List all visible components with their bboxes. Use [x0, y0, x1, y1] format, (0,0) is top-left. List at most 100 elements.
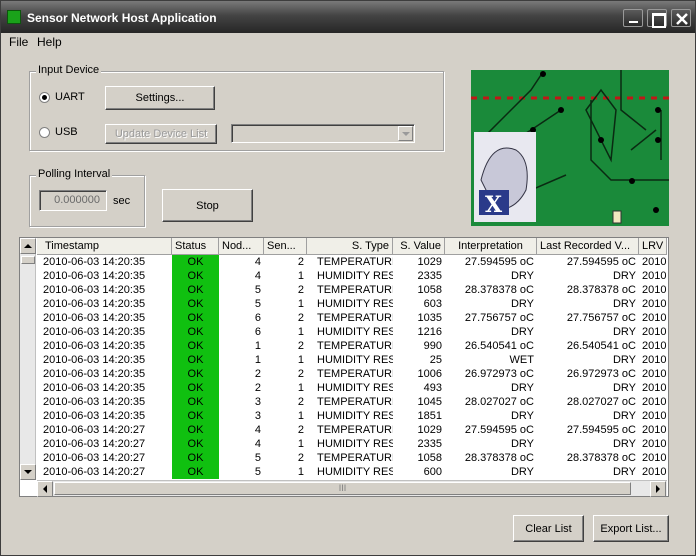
- table-row[interactable]: 2010-06-03 14:20:27 OK 5 2 TEMPERATURE 1058 28…: [37, 451, 667, 465]
- chevron-down-icon[interactable]: [398, 126, 413, 141]
- stop-button[interactable]: Stop: [162, 189, 253, 222]
- vertical-scrollbar[interactable]: [20, 238, 36, 480]
- horizontal-scrollbar[interactable]: III: [37, 480, 667, 497]
- table-row[interactable]: 2010-06-03 14:20:35 OK 4 2 TEMPERATURE 1029 27…: [37, 255, 667, 269]
- table-cell-node: 6: [254, 326, 261, 338]
- table-cell-interpretation: DRY: [510, 466, 534, 478]
- app-icon: [7, 10, 21, 24]
- column-header-status[interactable]: Status: [172, 238, 219, 255]
- table-cell-interpretation: DRY: [510, 298, 534, 310]
- table-row[interactable]: 2010-06-03 14:20:27 OK 4 1 HUMIDITY RES 2335 D…: [37, 437, 667, 451]
- table-cell-sensor: 2: [297, 396, 304, 408]
- table-cell-lrv-time: 2010-06: [642, 298, 667, 310]
- scroll-up-button[interactable]: [20, 238, 36, 254]
- table-cell-last-recorded: DRY: [612, 298, 636, 310]
- table-cell-node: 2: [254, 368, 261, 380]
- table-cell-status: OK: [172, 395, 219, 409]
- uart-radio[interactable]: [39, 92, 50, 103]
- table-cell-last-recorded: DRY: [612, 410, 636, 422]
- polling-interval-input[interactable]: 0.000000: [39, 190, 107, 211]
- menu-file[interactable]: File: [9, 35, 28, 49]
- table-cell-interpretation: 27.594595 oC: [464, 256, 534, 268]
- table-cell-status: OK: [172, 437, 219, 451]
- table-cell-sensor-type: TEMPERATURE: [317, 396, 393, 408]
- table-row[interactable]: 2010-06-03 14:20:35 OK 5 1 HUMIDITY RES 603 DR…: [37, 297, 667, 311]
- table-row[interactable]: 2010-06-03 14:20:35 OK 2 2 TEMPERATURE 1006 26…: [37, 367, 667, 381]
- table-row[interactable]: 2010-06-03 14:20:35 OK 1 2 TEMPERATURE 990 26.…: [37, 339, 667, 353]
- table-cell-lrv-time: 2010-06: [642, 438, 667, 450]
- table-cell-status: OK: [172, 451, 219, 465]
- table-cell-lrv-time: 2010-06: [642, 410, 667, 422]
- sensor-table[interactable]: Timestamp Status Nod... Sen... S. Type S. Val…: [19, 237, 669, 497]
- column-header-sensor-value[interactable]: S. Value: [393, 238, 445, 255]
- table-row[interactable]: 2010-06-03 14:20:35 OK 5 2 TEMPERATURE 1058 28…: [37, 283, 667, 297]
- table-cell-sensor: 2: [297, 256, 304, 268]
- column-header-timestamp[interactable]: Timestamp: [37, 238, 172, 255]
- column-header-sensor-type[interactable]: S. Type: [307, 238, 393, 255]
- table-cell-last-recorded: DRY: [612, 382, 636, 394]
- horizontal-scroll-thumb[interactable]: III: [54, 482, 631, 495]
- table-cell-timestamp: 2010-06-03 14:20:35: [43, 396, 146, 408]
- scroll-down-button[interactable]: [20, 464, 36, 480]
- table-row[interactable]: 2010-06-03 14:20:35 OK 4 1 HUMIDITY RES 2335 D…: [37, 269, 667, 283]
- table-cell-node: 6: [254, 312, 261, 324]
- table-cell-node: 1: [254, 354, 261, 366]
- table-cell-sensor-value: 1035: [417, 312, 442, 324]
- minimize-button[interactable]: [623, 9, 643, 27]
- clear-list-button[interactable]: Clear List: [513, 515, 584, 542]
- table-row[interactable]: 2010-06-03 14:20:35 OK 3 2 TEMPERATURE 1045 28…: [37, 395, 667, 409]
- table-cell-sensor-value: 600: [423, 466, 442, 478]
- table-cell-status: OK: [172, 325, 219, 339]
- table-row[interactable]: 2010-06-03 14:20:35 OK 6 1 HUMIDITY RES 1216 D…: [37, 325, 667, 339]
- device-select[interactable]: [231, 124, 415, 143]
- table-cell-sensor-value: 1058: [417, 452, 442, 464]
- menu-help[interactable]: Help: [37, 35, 62, 49]
- table-cell-interpretation: WET: [509, 354, 534, 366]
- column-header-lrv-time[interactable]: LRV Tim: [639, 238, 667, 255]
- update-device-list-button[interactable]: Update Device List: [105, 124, 217, 144]
- scroll-right-button[interactable]: [650, 481, 666, 497]
- table-row[interactable]: 2010-06-03 14:20:27 OK 4 2 TEMPERATURE 1029 27…: [37, 423, 667, 437]
- table-row[interactable]: 2010-06-03 14:20:35 OK 3 1 HUMIDITY RES 1851 D…: [37, 409, 667, 423]
- polling-interval-group: Polling Interval 0.000000 sec: [29, 168, 145, 227]
- table-row[interactable]: 2010-06-03 14:20:35 OK 2 1 HUMIDITY RES 493 DR…: [37, 381, 667, 395]
- column-header-interpretation[interactable]: Interpretation: [445, 238, 537, 255]
- table-cell-node: 2: [254, 382, 261, 394]
- table-cell-last-recorded: 28.378378 oC: [566, 284, 636, 296]
- table-cell-interpretation: 28.378378 oC: [464, 452, 534, 464]
- table-row[interactable]: 2010-06-03 14:20:35 OK 6 2 TEMPERATURE 1035 27…: [37, 311, 667, 325]
- close-icon: [676, 13, 688, 25]
- settings-button[interactable]: Settings...: [105, 86, 215, 110]
- close-button[interactable]: [671, 9, 691, 27]
- table-cell-sensor-type: HUMIDITY RES: [317, 466, 393, 478]
- table-cell-lrv-time: 2010-06: [642, 340, 667, 352]
- table-cell-timestamp: 2010-06-03 14:20:27: [43, 452, 146, 464]
- table-cell-lrv-time: 2010-06: [642, 382, 667, 394]
- table-cell-interpretation: DRY: [510, 382, 534, 394]
- table-cell-last-recorded: 27.594595 oC: [566, 424, 636, 436]
- table-row[interactable]: 2010-06-03 14:20:35 OK 1 1 HUMIDITY RES 25 WET…: [37, 353, 667, 367]
- title-bar[interactable]: Sensor Network Host Application: [1, 1, 695, 33]
- export-list-button[interactable]: Export List...: [593, 515, 669, 542]
- maximize-button[interactable]: [647, 9, 667, 28]
- column-header-last-recorded[interactable]: Last Recorded V...: [537, 238, 639, 255]
- table-cell-timestamp: 2010-06-03 14:20:27: [43, 438, 146, 450]
- menu-bar: File Help: [1, 33, 695, 51]
- table-cell-interpretation: DRY: [510, 270, 534, 282]
- usb-radio[interactable]: [39, 127, 50, 138]
- table-cell-status: OK: [172, 297, 219, 311]
- column-header-node[interactable]: Nod...: [219, 238, 264, 255]
- table-cell-status: OK: [172, 269, 219, 283]
- vertical-scroll-thumb[interactable]: [21, 256, 35, 264]
- table-cell-sensor: 1: [297, 298, 304, 310]
- table-cell-sensor: 1: [297, 438, 304, 450]
- column-header-sensor[interactable]: Sen...: [264, 238, 307, 255]
- table-cell-node: 5: [254, 452, 261, 464]
- table-cell-sensor-value: 603: [423, 298, 442, 310]
- table-row[interactable]: 2010-06-03 14:20:27 OK 5 1 HUMIDITY RES 600 DR…: [37, 465, 667, 479]
- table-cell-node: 4: [254, 438, 261, 450]
- table-cell-lrv-time: 2010-06: [642, 368, 667, 380]
- scroll-left-button[interactable]: [37, 481, 53, 497]
- svg-text:X: X: [485, 192, 503, 218]
- chevron-left-icon: [43, 485, 47, 493]
